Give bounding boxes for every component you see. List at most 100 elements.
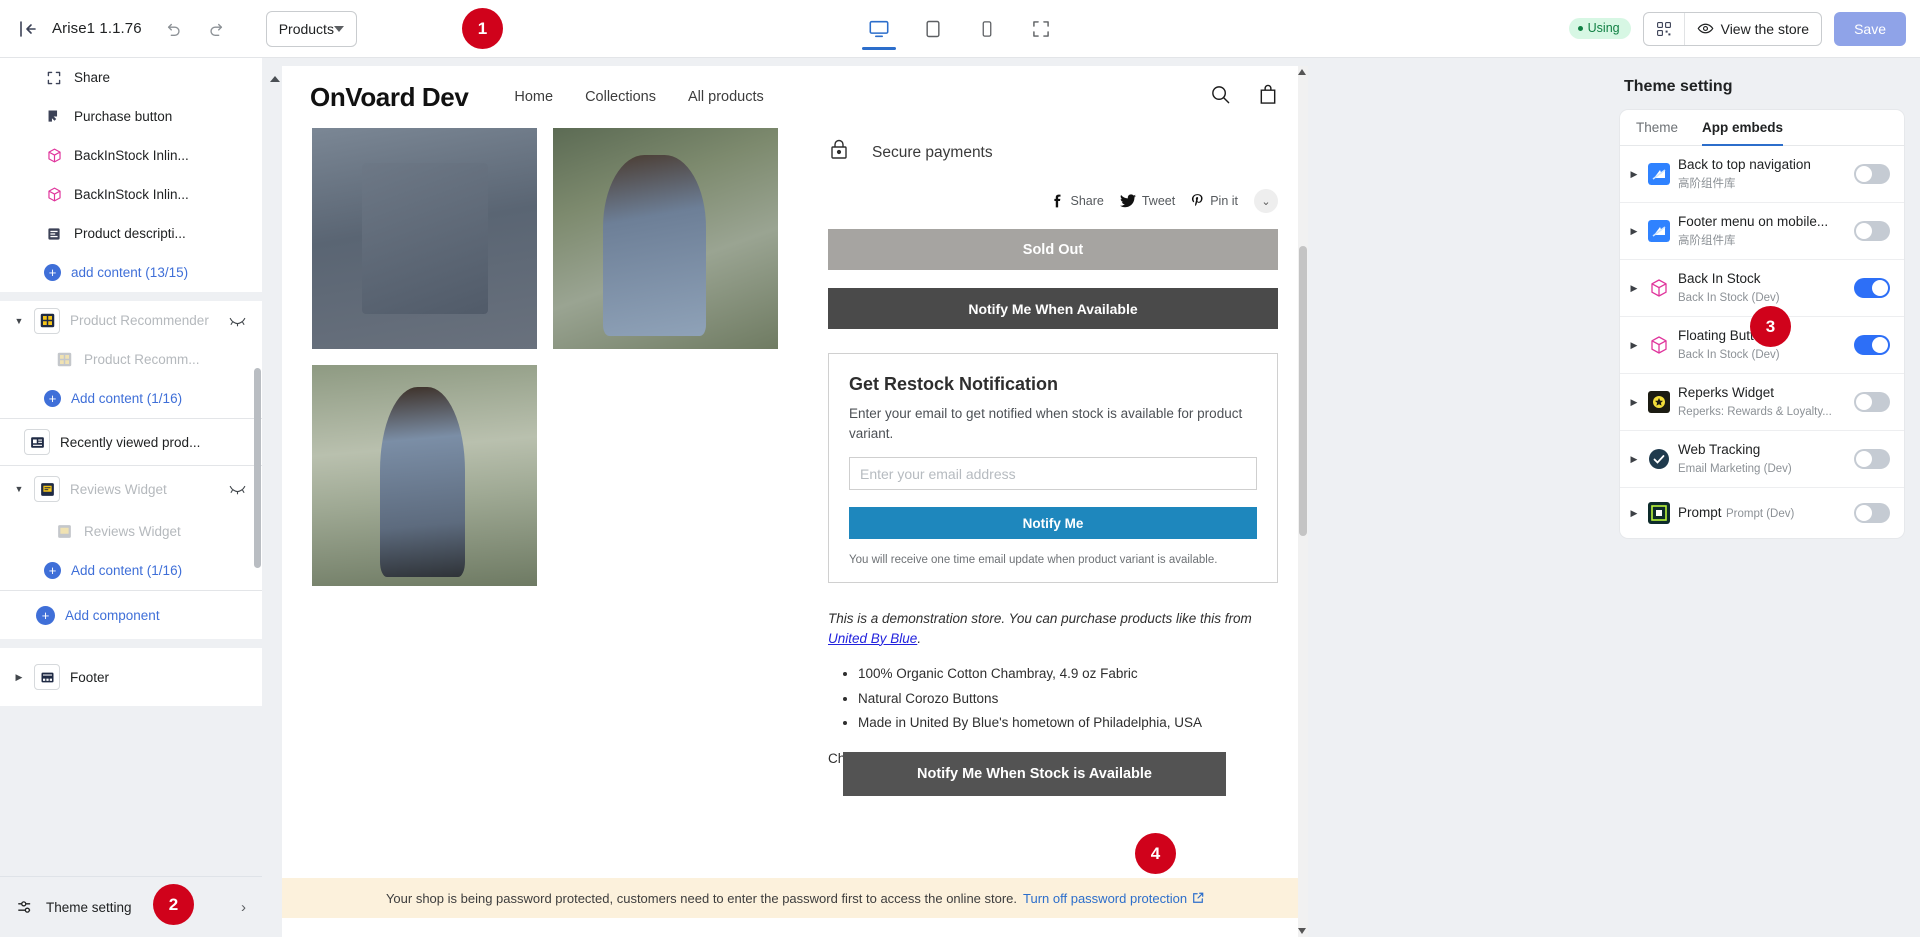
chevron-right-icon[interactable]: ▶ [14, 672, 24, 683]
eye-off-icon[interactable] [229, 483, 246, 495]
chevron-down-icon[interactable]: ▼ [14, 316, 24, 326]
add-content-product-button[interactable]: + add content (13/15) [0, 253, 262, 292]
app-embed-toggle[interactable] [1854, 449, 1890, 469]
exit-icon[interactable] [18, 19, 38, 39]
scroll-up-arrow-icon[interactable] [1298, 69, 1306, 75]
chevron-right-icon[interactable]: ▶ [1628, 226, 1640, 237]
theme-setting-button[interactable]: Theme setting › [0, 876, 262, 937]
status-badge-label: Using [1587, 21, 1620, 35]
sidebar-item-reviews-widget[interactable]: ▼ Reviews Widget [0, 466, 262, 512]
tab-theme[interactable]: Theme [1636, 120, 1678, 146]
app-embed-row[interactable]: ▶ Footer menu on mobile... 高阶组件库 [1620, 203, 1904, 260]
sidebar-item-purchase-button[interactable]: Purchase button [0, 97, 262, 136]
scroll-up-arrow-icon[interactable] [270, 76, 280, 82]
shopping-bag-icon[interactable] [1258, 84, 1278, 110]
save-button[interactable]: Save [1834, 11, 1906, 46]
page-title: Theme setting [1624, 78, 1733, 95]
chevron-right-icon[interactable]: ▶ [1628, 397, 1640, 408]
turn-off-password-protection-link[interactable]: Turn off password protection [1023, 891, 1204, 906]
united-by-blue-link[interactable]: United By Blue [828, 631, 917, 646]
chevron-right-icon[interactable]: › [241, 899, 246, 916]
notify-me-when-available-button[interactable]: Notify Me When Available [828, 288, 1278, 329]
chevron-right-icon[interactable]: ▶ [1628, 283, 1640, 294]
toolbar-left-group: Arise1 1.1.76 Products [0, 10, 357, 47]
share-twitter-button[interactable]: Tweet [1119, 194, 1175, 208]
description-intro: This is a demonstration store. You can p… [828, 609, 1278, 648]
app-embed-toggle[interactable] [1854, 335, 1890, 355]
chevron-right-icon[interactable]: ▶ [1628, 508, 1640, 519]
list-item: Natural Corozo Buttons [858, 689, 1278, 709]
chevron-down-icon[interactable]: ▼ [14, 484, 24, 494]
chevron-down-icon[interactable]: ⌄ [1254, 189, 1278, 213]
sidebar-item-share[interactable]: Share [0, 58, 262, 97]
app-embed-toggle[interactable] [1854, 164, 1890, 184]
email-input[interactable] [849, 457, 1257, 491]
undo-icon[interactable] [162, 17, 186, 41]
tab-app-embeds[interactable]: App embeds [1702, 120, 1784, 146]
nav-link-all-products[interactable]: All products [688, 89, 764, 105]
chevron-right-icon[interactable]: ▶ [1628, 169, 1640, 180]
tablet-icon[interactable] [916, 9, 950, 49]
password-protection-banner: Your shop is being password protected, c… [282, 878, 1308, 918]
product-image-2[interactable] [553, 128, 778, 349]
chevron-right-icon[interactable]: ▶ [1628, 454, 1640, 465]
share-pinterest-button[interactable]: Pin it [1191, 193, 1238, 209]
app-embed-toggle[interactable] [1854, 503, 1890, 523]
sidebar-scrollbar[interactable] [253, 58, 262, 876]
sidebar-item-footer[interactable]: ▶ Footer [0, 648, 262, 706]
product-image-1[interactable] [312, 128, 537, 349]
sidebar-subitem-reviews-widget[interactable]: Reviews Widget [0, 512, 262, 551]
product-image-3[interactable] [312, 365, 537, 586]
plus-icon: + [44, 562, 61, 579]
sidebar-scrollbar-thumb[interactable] [254, 368, 261, 568]
nav-link-home[interactable]: Home [514, 89, 553, 105]
preview-outer-scrollbar[interactable] [266, 66, 282, 937]
sidebar-item-backinstock-inline-1[interactable]: BackInStock Inlin... [0, 136, 262, 175]
notify-me-button[interactable]: Notify Me [849, 507, 1257, 540]
share-facebook-button[interactable]: Share [1050, 194, 1104, 208]
sidebar-item-product-description[interactable]: Product descripti... [0, 214, 262, 253]
sidebar-item-backinstock-inline-2[interactable]: BackInStock Inlin... [0, 175, 262, 214]
preview-scrollbar[interactable] [1298, 66, 1308, 937]
qr-code-icon[interactable] [1644, 13, 1684, 45]
app-embed-toggle[interactable] [1854, 278, 1890, 298]
preview-scrollbar-thumb[interactable] [1299, 246, 1307, 536]
add-content-recommender-button[interactable]: + Add content (1/16) [0, 379, 262, 418]
cursor-click-icon [44, 107, 64, 127]
sidebar-subitem-product-recommender[interactable]: Product Recomm... [0, 340, 262, 379]
sidebar-divider [0, 292, 262, 301]
app-embed-name: Web Tracking [1678, 442, 1761, 457]
scroll-down-arrow-icon[interactable] [1298, 928, 1306, 934]
app-embed-row[interactable]: ▶ Web Tracking Email Marketing (Dev) [1620, 431, 1904, 488]
view-store-button[interactable]: View the store [1683, 12, 1821, 45]
sidebar-section-footer: ▶ Footer [0, 648, 262, 706]
theme-setting-panel: Theme setting Theme App embeds ▶ Back to… [1608, 58, 1920, 937]
redo-icon[interactable] [204, 17, 228, 41]
add-content-reviews-button[interactable]: + Add content (1/16) [0, 551, 262, 590]
app-embed-name: Reperks Widget [1678, 385, 1775, 400]
app-embed-toggle[interactable] [1854, 392, 1890, 412]
desktop-icon[interactable] [862, 9, 896, 50]
app-embed-row[interactable]: ▶ Prompt Prompt (Dev) [1620, 488, 1904, 538]
page-selector[interactable]: Products [265, 10, 357, 47]
chevron-down-icon [333, 25, 344, 32]
app-embed-text: Reperks Widget Reperks: Rewards & Loyalt… [1678, 384, 1846, 420]
restock-card-footnote: You will receive one time email update w… [849, 554, 1218, 567]
description-bullet-list: 100% Organic Cotton Chambray, 4.9 oz Fab… [828, 664, 1278, 733]
annotation-marker-2: 2 [153, 884, 194, 925]
sidebar-item-product-recommender[interactable]: ▼ Product Recommender [0, 301, 262, 340]
fullscreen-icon[interactable] [1024, 9, 1058, 49]
app-embed-toggle[interactable] [1854, 221, 1890, 241]
panel-tabs: Theme App embeds [1620, 110, 1904, 146]
add-component-button[interactable]: + Add component [0, 591, 262, 639]
eye-off-icon[interactable] [229, 315, 246, 327]
chevron-right-icon[interactable]: ▶ [1628, 340, 1640, 351]
nav-link-collections[interactable]: Collections [585, 89, 656, 105]
app-embed-row[interactable]: ▶ Back to top navigation 高阶组件库 [1620, 146, 1904, 203]
search-icon[interactable] [1210, 84, 1231, 110]
mobile-icon[interactable] [970, 9, 1004, 49]
theme-editor-app: Arise1 1.1.76 Products Using View the st… [0, 0, 1920, 937]
store-logo[interactable]: OnVoard Dev [310, 82, 469, 113]
app-embed-row[interactable]: ▶ Reperks Widget Reperks: Rewards & Loya… [1620, 374, 1904, 431]
sidebar-item-recently-viewed[interactable]: Recently viewed prod... [0, 419, 262, 465]
